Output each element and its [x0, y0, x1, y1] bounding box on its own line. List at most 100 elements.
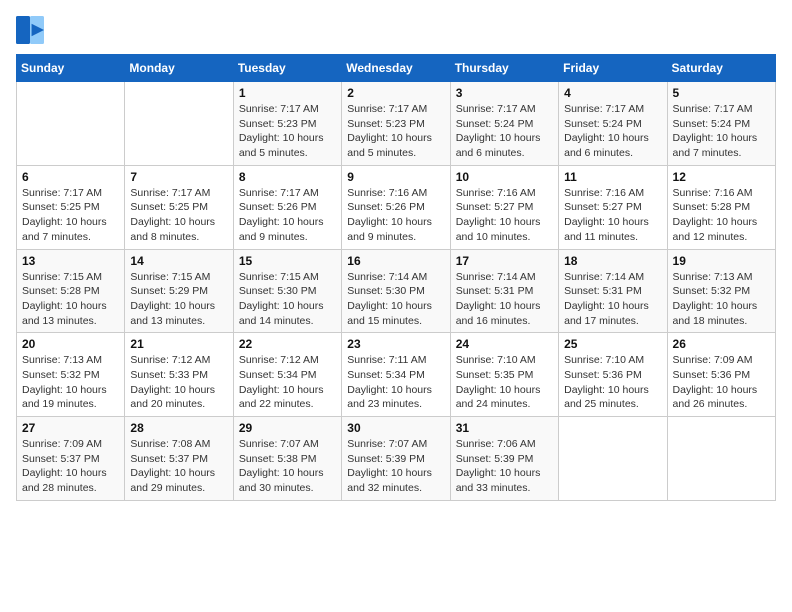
day-number: 18: [564, 254, 661, 268]
day-number: 5: [673, 86, 770, 100]
day-number: 11: [564, 170, 661, 184]
calendar-cell: 24 Sunrise: 7:10 AM Sunset: 5:35 PM Dayli…: [450, 333, 558, 417]
week-row-1: 1 Sunrise: 7:17 AM Sunset: 5:23 PM Daylig…: [17, 82, 776, 166]
day-info: Sunrise: 7:15 AM Sunset: 5:28 PM Dayligh…: [22, 270, 119, 329]
day-number: 10: [456, 170, 553, 184]
calendar-cell: [667, 417, 775, 501]
day-info: Sunrise: 7:15 AM Sunset: 5:29 PM Dayligh…: [130, 270, 227, 329]
weekday-header-monday: Monday: [125, 55, 233, 82]
calendar-cell: 28 Sunrise: 7:08 AM Sunset: 5:37 PM Dayli…: [125, 417, 233, 501]
weekday-header-row: SundayMondayTuesdayWednesdayThursdayFrid…: [17, 55, 776, 82]
weekday-header-thursday: Thursday: [450, 55, 558, 82]
calendar-cell: 17Sunrise: 7:14 AM Sunset: 5:31 PM Dayli…: [450, 249, 558, 333]
calendar-cell: 16Sunrise: 7:14 AM Sunset: 5:30 PM Dayli…: [342, 249, 450, 333]
calendar-cell: 4Sunrise: 7:17 AM Sunset: 5:24 PM Daylig…: [559, 82, 667, 166]
calendar-cell: 15 Sunrise: 7:15 AM Sunset: 5:30 PM Dayli…: [233, 249, 341, 333]
day-number: 31: [456, 421, 553, 435]
calendar-cell: 7 Sunrise: 7:17 AM Sunset: 5:25 PM Daylig…: [125, 165, 233, 249]
calendar-cell: [559, 417, 667, 501]
calendar-cell: 18 Sunrise: 7:14 AM Sunset: 5:31 PM Dayli…: [559, 249, 667, 333]
day-number: 27: [22, 421, 119, 435]
day-number: 26: [673, 337, 770, 351]
day-info: Sunrise: 7:17 AM Sunset: 5:24 PM Dayligh…: [456, 102, 553, 161]
day-number: 20: [22, 337, 119, 351]
week-row-2: 6 Sunrise: 7:17 AM Sunset: 5:25 PM Daylig…: [17, 165, 776, 249]
week-row-3: 13 Sunrise: 7:15 AM Sunset: 5:28 PM Dayli…: [17, 249, 776, 333]
calendar-cell: 29Sunrise: 7:07 AM Sunset: 5:38 PM Dayli…: [233, 417, 341, 501]
day-info: Sunrise: 7:15 AM Sunset: 5:30 PM Dayligh…: [239, 270, 336, 329]
day-info: Sunrise: 7:12 AM Sunset: 5:33 PM Dayligh…: [130, 353, 227, 412]
day-number: 7: [130, 170, 227, 184]
day-number: 14: [130, 254, 227, 268]
weekday-header-friday: Friday: [559, 55, 667, 82]
day-info: Sunrise: 7:10 AM Sunset: 5:36 PM Dayligh…: [564, 353, 661, 412]
weekday-header-tuesday: Tuesday: [233, 55, 341, 82]
calendar-cell: 27 Sunrise: 7:09 AM Sunset: 5:37 PM Dayli…: [17, 417, 125, 501]
day-info: Sunrise: 7:09 AM Sunset: 5:37 PM Dayligh…: [22, 437, 119, 496]
calendar-cell: 8Sunrise: 7:17 AM Sunset: 5:26 PM Daylig…: [233, 165, 341, 249]
day-number: 13: [22, 254, 119, 268]
day-info: Sunrise: 7:17 AM Sunset: 5:23 PM Dayligh…: [347, 102, 444, 161]
calendar-cell: 14 Sunrise: 7:15 AM Sunset: 5:29 PM Dayli…: [125, 249, 233, 333]
week-row-5: 27 Sunrise: 7:09 AM Sunset: 5:37 PM Dayli…: [17, 417, 776, 501]
day-number: 9: [347, 170, 444, 184]
day-number: 25: [564, 337, 661, 351]
day-number: 28: [130, 421, 227, 435]
day-number: 3: [456, 86, 553, 100]
day-info: Sunrise: 7:16 AM Sunset: 5:26 PM Dayligh…: [347, 186, 444, 245]
day-number: 29: [239, 421, 336, 435]
calendar-cell: 19 Sunrise: 7:13 AM Sunset: 5:32 PM Dayli…: [667, 249, 775, 333]
day-number: 6: [22, 170, 119, 184]
day-number: 19: [673, 254, 770, 268]
day-info: Sunrise: 7:10 AM Sunset: 5:35 PM Dayligh…: [456, 353, 553, 412]
weekday-header-sunday: Sunday: [17, 55, 125, 82]
day-number: 15: [239, 254, 336, 268]
day-info: Sunrise: 7:07 AM Sunset: 5:39 PM Dayligh…: [347, 437, 444, 496]
day-info: Sunrise: 7:13 AM Sunset: 5:32 PM Dayligh…: [673, 270, 770, 329]
day-info: Sunrise: 7:09 AM Sunset: 5:36 PM Dayligh…: [673, 353, 770, 412]
calendar-cell: 30Sunrise: 7:07 AM Sunset: 5:39 PM Dayli…: [342, 417, 450, 501]
day-number: 2: [347, 86, 444, 100]
day-number: 16: [347, 254, 444, 268]
day-info: Sunrise: 7:17 AM Sunset: 5:25 PM Dayligh…: [130, 186, 227, 245]
calendar-cell: 10 Sunrise: 7:16 AM Sunset: 5:27 PM Dayli…: [450, 165, 558, 249]
logo: [16, 16, 48, 44]
calendar-cell: 20Sunrise: 7:13 AM Sunset: 5:32 PM Dayli…: [17, 333, 125, 417]
day-info: Sunrise: 7:08 AM Sunset: 5:37 PM Dayligh…: [130, 437, 227, 496]
week-row-4: 20Sunrise: 7:13 AM Sunset: 5:32 PM Dayli…: [17, 333, 776, 417]
day-number: 12: [673, 170, 770, 184]
day-number: 24: [456, 337, 553, 351]
weekday-header-saturday: Saturday: [667, 55, 775, 82]
header: [16, 16, 776, 44]
calendar-cell: 31Sunrise: 7:06 AM Sunset: 5:39 PM Dayli…: [450, 417, 558, 501]
calendar-cell: 13 Sunrise: 7:15 AM Sunset: 5:28 PM Dayli…: [17, 249, 125, 333]
day-info: Sunrise: 7:17 AM Sunset: 5:23 PM Dayligh…: [239, 102, 336, 161]
calendar-cell: 21 Sunrise: 7:12 AM Sunset: 5:33 PM Dayli…: [125, 333, 233, 417]
day-number: 1: [239, 86, 336, 100]
day-number: 8: [239, 170, 336, 184]
calendar-cell: 23Sunrise: 7:11 AM Sunset: 5:34 PM Dayli…: [342, 333, 450, 417]
calendar-cell: 11 Sunrise: 7:16 AM Sunset: 5:27 PM Dayli…: [559, 165, 667, 249]
day-info: Sunrise: 7:14 AM Sunset: 5:31 PM Dayligh…: [564, 270, 661, 329]
day-info: Sunrise: 7:16 AM Sunset: 5:28 PM Dayligh…: [673, 186, 770, 245]
day-info: Sunrise: 7:17 AM Sunset: 5:24 PM Dayligh…: [673, 102, 770, 161]
day-number: 23: [347, 337, 444, 351]
day-number: 21: [130, 337, 227, 351]
calendar-cell: 22 Sunrise: 7:12 AM Sunset: 5:34 PM Dayli…: [233, 333, 341, 417]
calendar-cell: 3 Sunrise: 7:17 AM Sunset: 5:24 PM Daylig…: [450, 82, 558, 166]
day-number: 4: [564, 86, 661, 100]
day-info: Sunrise: 7:17 AM Sunset: 5:25 PM Dayligh…: [22, 186, 119, 245]
weekday-header-wednesday: Wednesday: [342, 55, 450, 82]
calendar-cell: 26 Sunrise: 7:09 AM Sunset: 5:36 PM Dayli…: [667, 333, 775, 417]
day-info: Sunrise: 7:12 AM Sunset: 5:34 PM Dayligh…: [239, 353, 336, 412]
calendar-cell: 2 Sunrise: 7:17 AM Sunset: 5:23 PM Daylig…: [342, 82, 450, 166]
calendar-cell: [17, 82, 125, 166]
day-number: 22: [239, 337, 336, 351]
day-info: Sunrise: 7:14 AM Sunset: 5:31 PM Dayligh…: [456, 270, 553, 329]
day-info: Sunrise: 7:16 AM Sunset: 5:27 PM Dayligh…: [564, 186, 661, 245]
calendar-cell: [125, 82, 233, 166]
calendar-cell: 12 Sunrise: 7:16 AM Sunset: 5:28 PM Dayli…: [667, 165, 775, 249]
calendar-cell: 5 Sunrise: 7:17 AM Sunset: 5:24 PM Daylig…: [667, 82, 775, 166]
calendar-table: SundayMondayTuesdayWednesdayThursdayFrid…: [16, 54, 776, 501]
day-info: Sunrise: 7:16 AM Sunset: 5:27 PM Dayligh…: [456, 186, 553, 245]
